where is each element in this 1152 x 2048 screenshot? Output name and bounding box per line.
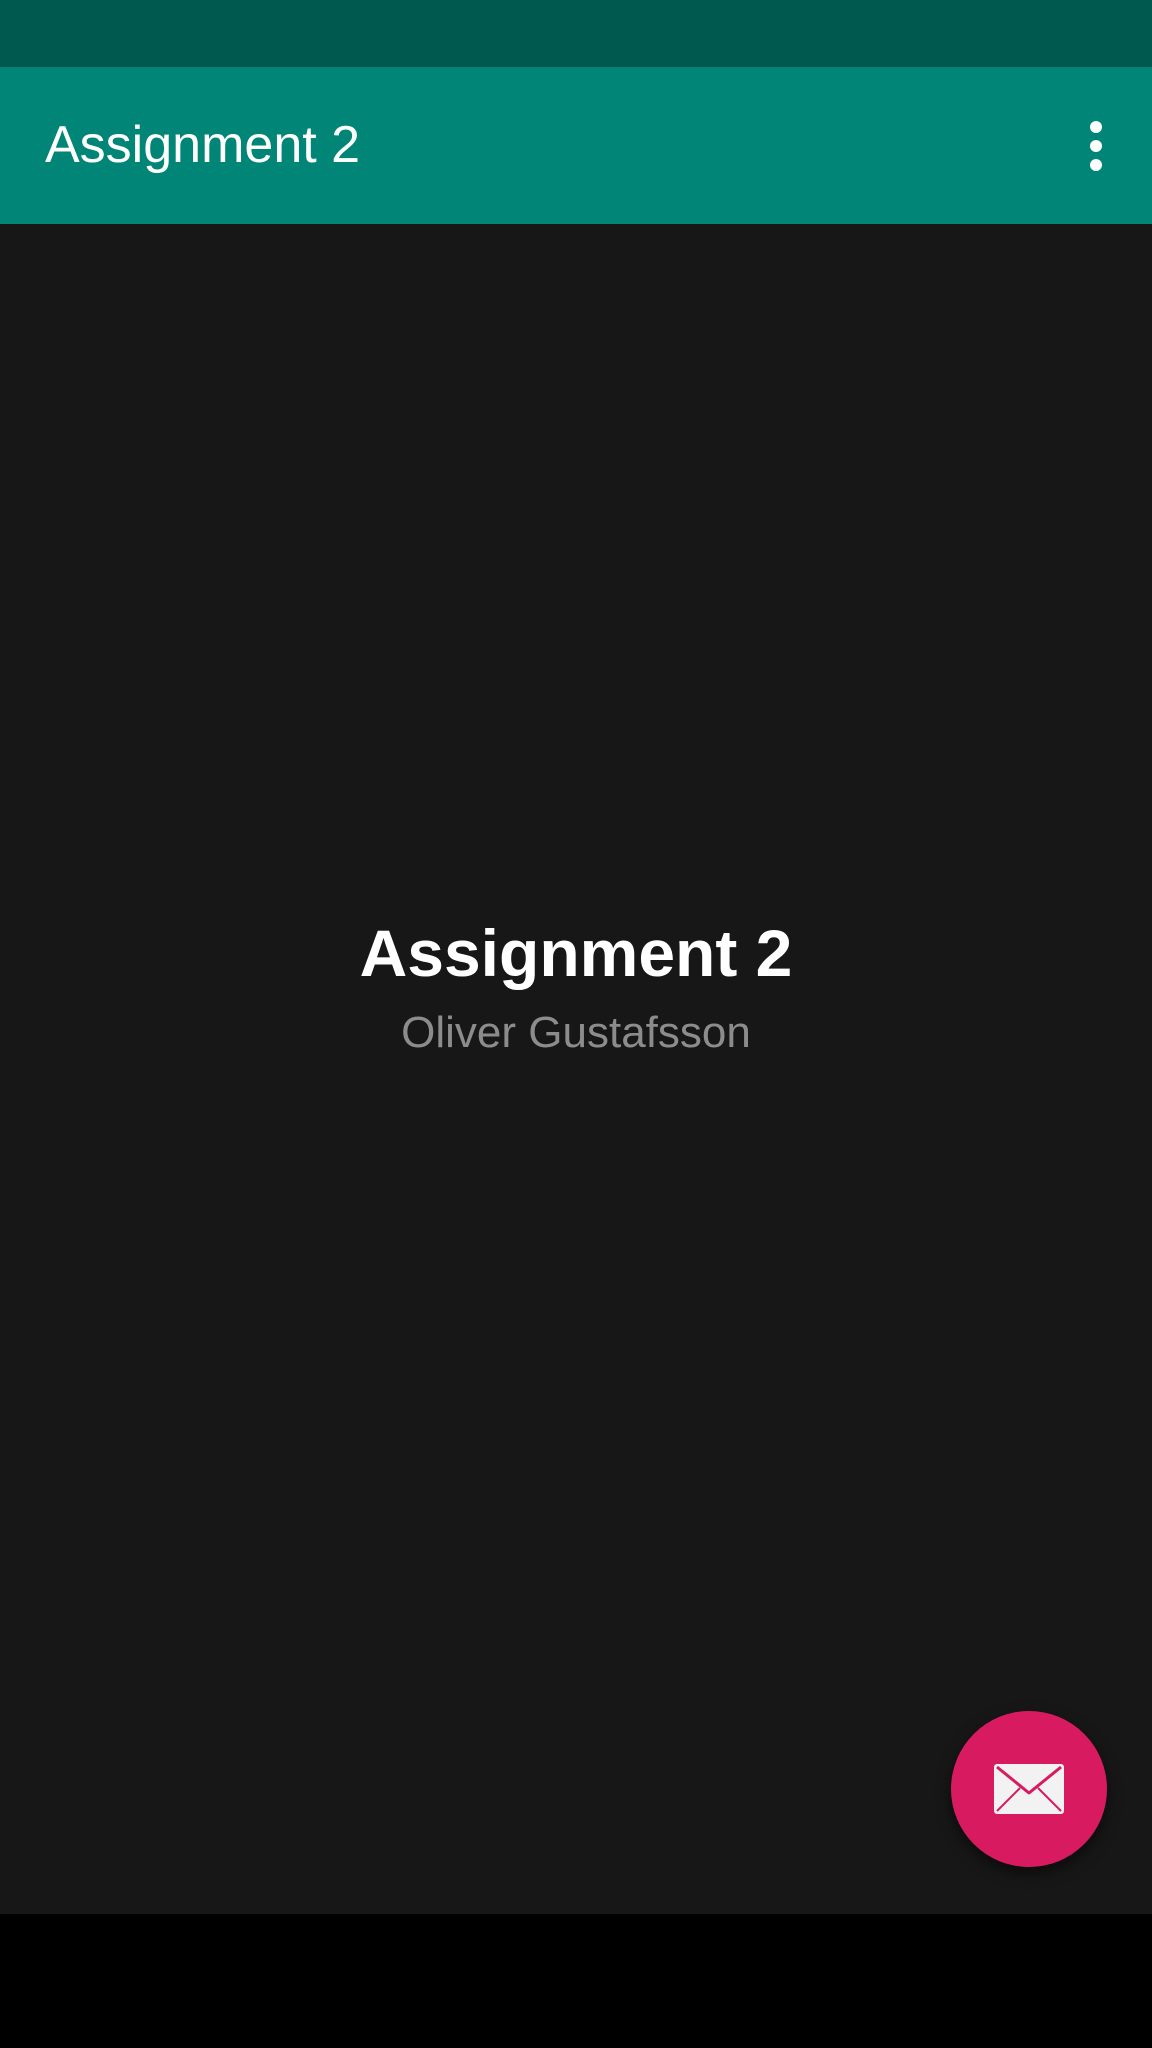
send-email-fab[interactable] [951, 1711, 1107, 1867]
more-vert-icon [1090, 120, 1102, 133]
author-name: Oliver Gustafsson [401, 1008, 751, 1058]
center-text-block: Assignment 2 Oliver Gustafsson [0, 914, 1152, 1060]
main-content: Assignment 2 Oliver Gustafsson [0, 224, 1152, 1914]
envelope-icon [994, 1764, 1064, 1814]
more-options-button[interactable] [1040, 67, 1152, 224]
navigation-bar [0, 1914, 1152, 2048]
app-bar-title: Assignment 2 [45, 116, 361, 174]
app-bar: Assignment 2 [0, 67, 1152, 224]
app-screen: Assignment 2 Assignment 2 Oliver Gustafs… [0, 0, 1152, 2048]
status-bar [0, 0, 1152, 67]
page-title: Assignment 2 [359, 916, 793, 990]
